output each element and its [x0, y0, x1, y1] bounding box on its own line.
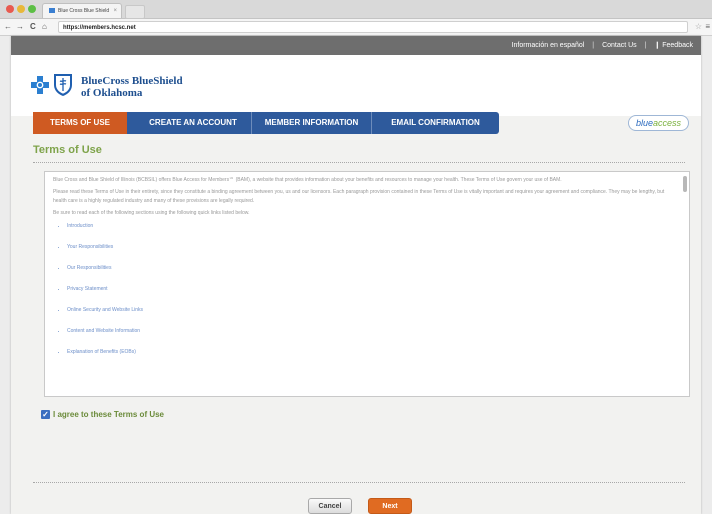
quick-link-introduction[interactable]: Introduction — [67, 222, 671, 231]
contact-us-link[interactable]: Contact Us — [602, 42, 637, 49]
step-member-information: MEMBER INFORMATION — [251, 112, 371, 134]
logo-line-2: of Oklahoma — [81, 87, 143, 99]
separator: | — [644, 42, 647, 49]
feedback-icon: ❙ — [654, 42, 661, 49]
quick-link-content-information[interactable]: Content and Website Information — [67, 327, 671, 336]
step-terms-of-use: TERMS OF USE — [33, 112, 136, 134]
divider — [33, 162, 685, 163]
divider — [33, 482, 685, 483]
company-logo-text[interactable]: BlueCross BlueShield of Oklahoma — [81, 75, 183, 99]
agree-checkbox[interactable]: ✓ — [41, 410, 50, 420]
home-icon[interactable]: ⌂ — [42, 21, 47, 33]
browser-menu-icon[interactable]: ≡ — [705, 20, 710, 34]
blue-access-logo: blueaccess — [627, 115, 689, 131]
quick-links-list: Introduction Your Responsibilities Our R… — [53, 222, 671, 357]
terms-scroll-box[interactable]: Blue Cross and Blue Shield of Illinois (… — [44, 171, 690, 397]
quick-link-our-responsibilities[interactable]: Our Responsibilities — [67, 264, 671, 273]
next-button[interactable]: Next — [368, 498, 412, 514]
reload-icon[interactable]: C — [30, 21, 36, 33]
quick-link-eobs[interactable]: Explanation of Benefits (EOBs) — [67, 348, 671, 357]
tab-close-icon[interactable]: × — [113, 4, 117, 19]
cancel-button[interactable]: Cancel — [308, 498, 352, 514]
step-create-account: CREATE AN ACCOUNT — [127, 112, 251, 134]
web-page: Información en español | Contact Us | ❙ … — [11, 36, 701, 514]
scrollbar-thumb[interactable] — [683, 176, 687, 192]
step-email-confirmation: EMAIL CONFIRMATION — [371, 112, 499, 134]
bookmark-star-icon[interactable]: ☆ — [695, 21, 702, 33]
forward-arrow-icon[interactable]: → — [16, 21, 24, 33]
terms-paragraph: Please read these Terms of Use in their … — [53, 189, 665, 204]
utility-bar: Información en español | Contact Us | ❙ … — [11, 36, 701, 55]
feedback-link[interactable]: Feedback — [662, 42, 693, 49]
terms-paragraph: Be sure to read each of the following se… — [53, 210, 250, 216]
terms-content: Blue Cross and Blue Shield of Illinois (… — [45, 172, 689, 357]
page-title: Terms of Use — [33, 144, 102, 156]
close-window-button[interactable] — [6, 5, 14, 13]
maximize-window-button[interactable] — [28, 5, 36, 13]
browser-tab[interactable]: Blue Cross Blue Shield × — [42, 3, 122, 18]
quick-link-online-security[interactable]: Online Security and Website Links — [67, 306, 671, 315]
tab-title: Blue Cross Blue Shield — [58, 8, 110, 14]
agree-terms-control[interactable]: ✓ I agree to these Terms of Use — [41, 410, 164, 420]
blue-cross-logo-icon — [31, 76, 49, 94]
separator: | — [592, 42, 595, 49]
terms-paragraph: Blue Cross and Blue Shield of Illinois (… — [53, 177, 562, 183]
address-toolbar: ← → C ⌂ https://members.hcsc.net ☆ ≡ — [0, 19, 712, 36]
blue-shield-logo-icon — [54, 74, 72, 96]
spanish-link[interactable]: Información en español — [512, 42, 585, 49]
minimize-window-button[interactable] — [17, 5, 25, 13]
tab-strip: Blue Cross Blue Shield × — [0, 0, 712, 19]
agree-label[interactable]: I agree to these Terms of Use — [53, 410, 164, 419]
blueaccess-part2: access — [652, 118, 681, 128]
quick-link-your-responsibilities[interactable]: Your Responsibilities — [67, 243, 671, 252]
back-arrow-icon[interactable]: ← — [4, 21, 12, 33]
browser-window: Blue Cross Blue Shield × ← → C ⌂ https:/… — [0, 0, 712, 514]
favicon-icon — [49, 8, 55, 14]
new-tab-button[interactable] — [125, 5, 145, 19]
logo-line-1: BlueCross BlueShield — [81, 75, 183, 87]
address-bar[interactable]: https://members.hcsc.net — [58, 21, 688, 33]
blueaccess-part1: blue — [635, 118, 653, 128]
quick-link-privacy-statement[interactable]: Privacy Statement — [67, 285, 671, 294]
